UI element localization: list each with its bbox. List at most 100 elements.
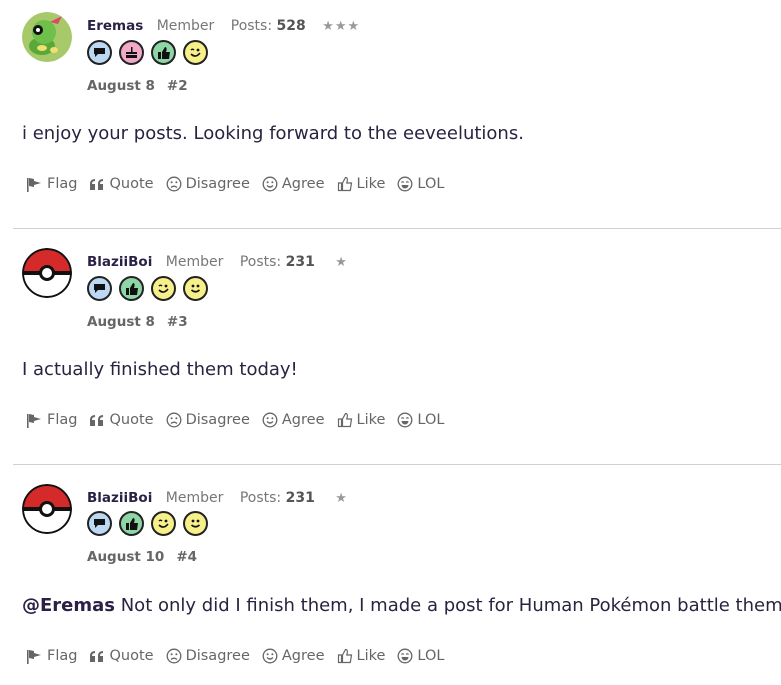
like-label: Like — [356, 176, 386, 192]
disagree-button[interactable]: Disagree — [166, 176, 250, 192]
wink-face-icon[interactable] — [151, 511, 176, 536]
agree-label: Agree — [281, 176, 325, 192]
smile-face-icon[interactable] — [183, 511, 208, 536]
like-label: Like — [356, 412, 386, 428]
post-body: @Eremas Not only did I finish them, I ma… — [22, 595, 781, 616]
posts-label: Posts: — [239, 254, 282, 270]
flag-label: Flag — [47, 176, 78, 192]
disagree-label: Disagree — [185, 648, 250, 664]
post-actions: Flag Quote Disagree Agree Like LOL — [26, 412, 456, 428]
chat-bubble-icon[interactable] — [87, 40, 112, 65]
like-button[interactable]: Like — [337, 648, 386, 664]
frown-icon — [166, 176, 182, 192]
quote-button[interactable]: Quote — [89, 412, 154, 428]
agree-label: Agree — [281, 412, 325, 428]
posts-label: Posts: — [239, 490, 282, 506]
badge-row — [87, 511, 208, 536]
laugh-icon — [397, 176, 413, 192]
chat-bubble-icon[interactable] — [87, 276, 112, 301]
date-link[interactable]: August 8 — [87, 78, 155, 94]
post-body: i enjoy your posts. Looking forward to t… — [22, 123, 524, 144]
post-count-value: 231 — [285, 254, 315, 270]
agree-button[interactable]: Agree — [262, 412, 325, 428]
rank-stars: ★★★ — [322, 19, 361, 34]
disagree-button[interactable]: Disagree — [166, 648, 250, 664]
smile-icon — [262, 176, 278, 192]
post-date: August 10 #4 — [87, 549, 197, 565]
mention-link[interactable]: @Eremas — [22, 595, 115, 616]
user-rank: Member — [156, 18, 215, 34]
lol-button[interactable]: LOL — [397, 648, 444, 664]
flag-icon — [27, 649, 41, 664]
quote-icon — [90, 650, 104, 662]
quote-icon — [90, 414, 104, 426]
thumbs-up-icon[interactable] — [151, 40, 176, 65]
post-actions: Flag Quote Disagree Agree Like LOL — [26, 648, 456, 664]
disagree-button[interactable]: Disagree — [166, 412, 250, 428]
wink-face-icon[interactable] — [183, 40, 208, 65]
user-rank: Member — [165, 490, 224, 506]
badge-row — [87, 40, 208, 65]
agree-button[interactable]: Agree — [262, 176, 325, 192]
rank-stars: ★ — [335, 255, 348, 270]
smile-icon — [262, 412, 278, 428]
quote-button[interactable]: Quote — [89, 648, 154, 664]
lol-label: LOL — [417, 412, 445, 428]
flag-icon — [27, 413, 41, 428]
lol-button[interactable]: LOL — [397, 412, 444, 428]
post-number-link[interactable]: #3 — [167, 314, 188, 330]
chat-bubble-icon[interactable] — [87, 511, 112, 536]
author-name[interactable]: Eremas — [87, 18, 143, 34]
author-name[interactable]: BlaziiBoi — [87, 490, 152, 506]
post-number-link[interactable]: #4 — [176, 549, 197, 565]
thumbs-up-icon[interactable] — [119, 511, 144, 536]
post-count: Posts: 231 — [240, 254, 315, 270]
agree-button[interactable]: Agree — [262, 648, 325, 664]
post-meta: BlaziiBoi Member Posts: 231 ★ — [87, 254, 348, 270]
posts-label: Posts: — [230, 18, 273, 34]
like-button[interactable]: Like — [337, 176, 386, 192]
wink-face-icon[interactable] — [151, 276, 176, 301]
thumbs-up-outline-icon — [337, 176, 352, 192]
lol-label: LOL — [417, 648, 445, 664]
post-divider — [13, 464, 781, 465]
user-rank: Member — [165, 254, 224, 270]
post-body: I actually finished them today! — [22, 359, 298, 380]
badge-row — [87, 276, 208, 301]
frown-icon — [166, 412, 182, 428]
quote-label: Quote — [109, 176, 154, 192]
post-count-value: 231 — [285, 490, 315, 506]
flag-button[interactable]: Flag — [26, 176, 77, 192]
thumbs-up-icon[interactable] — [119, 276, 144, 301]
author-name[interactable]: BlaziiBoi — [87, 254, 152, 270]
thumbs-up-outline-icon — [337, 648, 352, 664]
flag-label: Flag — [47, 648, 78, 664]
post-date: August 8 #2 — [87, 78, 188, 94]
quote-button[interactable]: Quote — [89, 176, 154, 192]
pokeball-avatar[interactable] — [22, 484, 72, 534]
lol-button[interactable]: LOL — [397, 176, 444, 192]
thumbs-up-outline-icon — [337, 412, 352, 428]
lol-label: LOL — [417, 176, 445, 192]
date-link[interactable]: August 8 — [87, 314, 155, 330]
quote-label: Quote — [109, 648, 154, 664]
flag-label: Flag — [47, 412, 78, 428]
date-link[interactable]: August 10 — [87, 549, 164, 565]
caterpie-avatar[interactable] — [22, 12, 72, 62]
smile-icon — [262, 648, 278, 664]
pokeball-avatar[interactable] — [22, 248, 72, 298]
quote-label: Quote — [109, 412, 154, 428]
like-button[interactable]: Like — [337, 412, 386, 428]
smile-face-icon[interactable] — [183, 276, 208, 301]
post-count-value: 528 — [276, 18, 306, 34]
flag-button[interactable]: Flag — [26, 412, 77, 428]
cake-icon[interactable] — [119, 40, 144, 65]
flag-button[interactable]: Flag — [26, 648, 77, 664]
post-meta: BlaziiBoi Member Posts: 231 ★ — [87, 490, 348, 506]
post-text: Not only did I finish them, I made a pos… — [115, 595, 781, 616]
post-number-link[interactable]: #2 — [167, 78, 188, 94]
like-label: Like — [356, 648, 386, 664]
post-date: August 8 #3 — [87, 314, 188, 330]
rank-stars: ★ — [335, 491, 348, 506]
laugh-icon — [397, 648, 413, 664]
